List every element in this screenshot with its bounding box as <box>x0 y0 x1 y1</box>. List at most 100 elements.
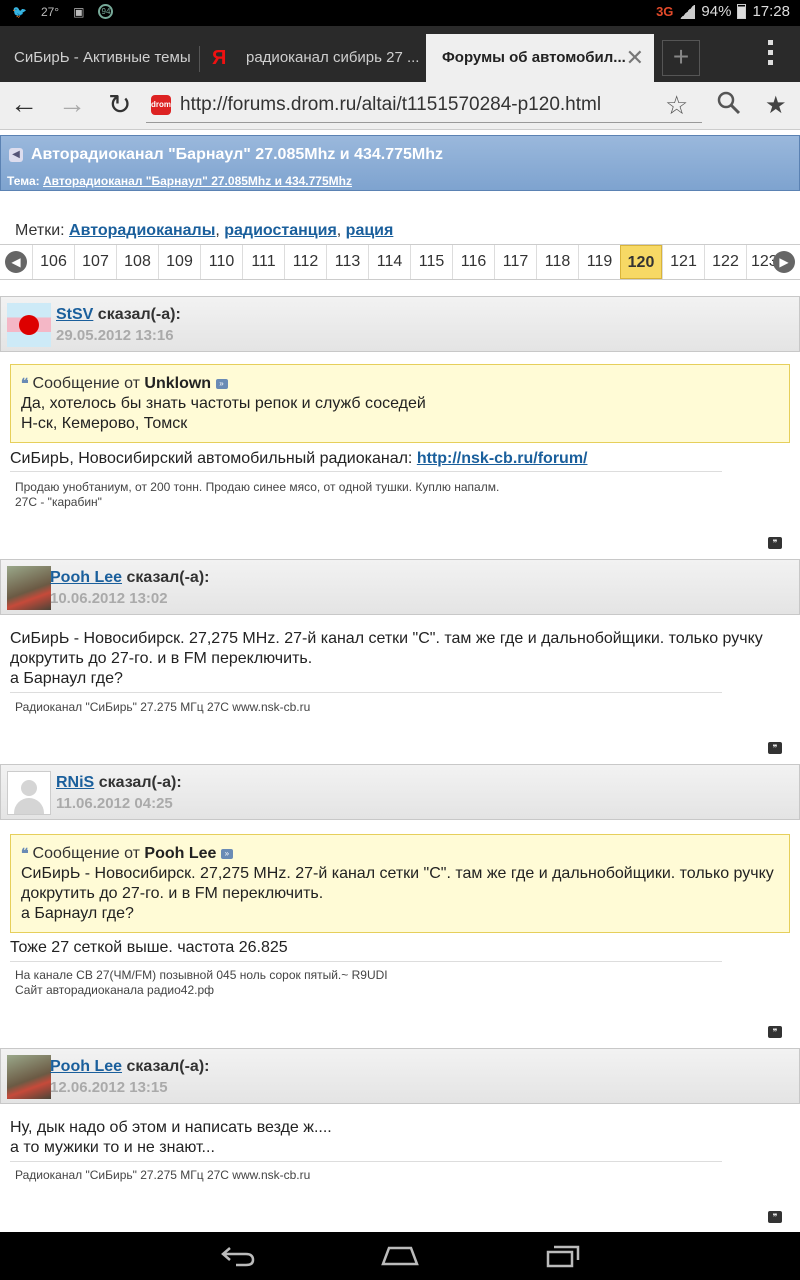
view-post-icon[interactable]: » <box>220 848 233 859</box>
bookmark-star-icon[interactable]: ☆ <box>665 90 688 121</box>
post-author[interactable]: Pooh Lee <box>50 1058 122 1075</box>
page-link[interactable]: 116 <box>452 245 494 279</box>
post-date: 11.06.2012 04:25 <box>56 795 173 812</box>
network-type: 3G <box>656 4 674 19</box>
quote-block: ❝ Сообщение от Pooh Lee » СиБирЬ - Новоси… <box>10 834 790 933</box>
post-author[interactable]: Pooh Lee <box>50 569 122 586</box>
page-link[interactable]: 115 <box>410 245 452 279</box>
back-nav-icon[interactable] <box>220 1244 256 1268</box>
new-tab-button[interactable]: + <box>662 40 700 76</box>
page-link[interactable]: 108 <box>116 245 158 279</box>
recent-apps-icon[interactable] <box>546 1244 580 1268</box>
tab-label: радиоканал сибирь 27 ... <box>246 49 420 66</box>
search-icon[interactable] <box>716 90 742 116</box>
quote-author: Pooh Lee <box>144 845 217 862</box>
tab-active-topics[interactable]: СиБирЬ - Активные темы <box>0 34 200 82</box>
page-link[interactable]: 119 <box>578 245 620 279</box>
avatar[interactable] <box>7 1055 51 1099</box>
tab-forums-current[interactable]: Форумы об автомобил... ✕ <box>426 34 654 82</box>
menu-icon[interactable] <box>768 40 774 70</box>
post-author[interactable]: StSV <box>56 306 93 323</box>
post-signature: Радиоканал "СиБирь" 27.275 МГц 27С www.n… <box>15 1168 311 1182</box>
post-message: СиБирЬ - Новосибирск. 27,275 MHz. 27-й к… <box>10 630 763 687</box>
tags: Метки: Авторадиоканалы, радиостанция, ра… <box>15 222 394 239</box>
quote-reply-icon[interactable]: ❞ <box>768 1026 782 1038</box>
view-post-icon[interactable]: » <box>215 378 228 389</box>
clock: 17:28 <box>752 3 790 20</box>
page-link[interactable]: 121 <box>662 245 704 279</box>
tab-label: СиБирЬ - Активные темы <box>14 49 191 66</box>
chevron-left-icon: ◀ <box>5 251 27 273</box>
tag-link[interactable]: рация <box>346 222 394 239</box>
page-link[interactable]: 106 <box>32 245 74 279</box>
quote-reply-icon[interactable]: ❞ <box>768 742 782 754</box>
post-header: Pooh Lee сказал(-а): 12.06.2012 13:15 <box>0 1048 800 1104</box>
tag-link[interactable]: Авторадиоканалы <box>69 222 215 239</box>
quote-reply-icon[interactable]: ❞ <box>768 1211 782 1223</box>
quote-block: ❝ Сообщение от Unklown » Да, хотелось бы … <box>10 364 790 443</box>
app-notification-icon: 94 <box>98 4 114 19</box>
page-link[interactable]: 118 <box>536 245 578 279</box>
page-link[interactable]: 122 <box>704 245 746 279</box>
page-link[interactable]: 112 <box>284 245 326 279</box>
thread-title: Авторадиоканал "Барнаул" 27.085Mhz и 434… <box>31 146 443 163</box>
quote-reply-icon[interactable]: ❞ <box>768 537 782 549</box>
reload-icon[interactable]: ↻ <box>108 88 131 121</box>
yandex-icon: Я <box>212 47 227 69</box>
prev-page-button[interactable]: ◀ <box>0 245 32 279</box>
quote-author: Unklown <box>144 375 212 392</box>
post-header: StSV сказал(-а): 29.05.2012 13:16 <box>0 296 800 352</box>
post-header: RNiS сказал(-а): 11.06.2012 04:25 <box>0 764 800 820</box>
signal-icon <box>679 4 696 19</box>
post-author[interactable]: RNiS <box>56 774 94 791</box>
notification-icon: ▣ <box>73 4 85 19</box>
collapse-icon[interactable]: ◀ <box>9 148 23 162</box>
address-bar: ← → ↻ drom http://forums.drom.ru/altai/t… <box>0 82 800 130</box>
battery-percent: 94% <box>701 3 732 20</box>
status-bar: 🐦 27° ▣ 94 3G 94% 17:28 <box>0 0 800 26</box>
close-tab-icon[interactable]: ✕ <box>626 34 644 82</box>
page-link[interactable]: 117 <box>494 245 536 279</box>
post-signature: Радиоканал "СиБирь" 27.275 МГц 27С www.n… <box>15 700 311 714</box>
avatar[interactable] <box>7 566 51 610</box>
battery-icon <box>737 4 747 19</box>
url-input[interactable]: http://forums.drom.ru/altai/t1151570284-… <box>180 94 601 116</box>
post-date: 12.06.2012 13:15 <box>50 1079 168 1096</box>
thread-topic: Тема: Авторадиоканал "Барнаул" 27.085Mhz… <box>7 174 352 188</box>
avatar[interactable] <box>7 771 51 815</box>
bookmarks-icon[interactable]: ★ <box>765 91 787 120</box>
chevron-right-icon: ▶ <box>773 251 795 273</box>
forum-link[interactable]: http://nsk-cb.ru/forum/ <box>417 450 588 467</box>
post-message: Ну, дык надо об этом и написать везде ж.… <box>10 1119 332 1156</box>
page-link[interactable]: 109 <box>158 245 200 279</box>
temperature-label: 27° <box>40 4 60 19</box>
page-link[interactable]: 123 <box>746 245 778 279</box>
tab-label: Форумы об автомобил... <box>442 49 626 66</box>
back-icon[interactable]: ← <box>10 88 38 120</box>
thread-topic-link[interactable]: Авторадиоканал "Барнаул" 27.085Mhz и 434… <box>43 174 352 188</box>
post-date: 29.05.2012 13:16 <box>56 327 174 344</box>
avatar[interactable] <box>7 303 51 347</box>
pagination: ◀ 106 107 108 109 110 111 112 113 114 11… <box>0 244 800 280</box>
page-link[interactable]: 114 <box>368 245 410 279</box>
page-link-current: 120 <box>620 245 662 279</box>
quote-icon: ❝ <box>21 845 29 861</box>
post-header: Pooh Lee сказал(-а): 10.06.2012 13:02 <box>0 559 800 615</box>
page-link[interactable]: 111 <box>242 245 284 279</box>
page-link[interactable]: 113 <box>326 245 368 279</box>
post-signature: Продаю унобтаниум, от 200 тонн. Продаю с… <box>15 480 500 509</box>
thread-header: ◀ Авторадиоканал "Барнаул" 27.085Mhz и 4… <box>0 135 800 191</box>
tab-yandex-search[interactable]: Я радиоканал сибирь 27 ... <box>200 34 424 82</box>
next-page-button[interactable]: ▶ <box>768 245 800 279</box>
post-date: 10.06.2012 13:02 <box>50 590 168 607</box>
system-navigation-bar <box>0 1232 800 1280</box>
tag-link[interactable]: радиостанция <box>224 222 337 239</box>
home-nav-icon[interactable] <box>381 1244 419 1266</box>
site-favicon: drom <box>151 95 171 115</box>
forward-icon[interactable]: → <box>58 88 86 120</box>
post-message: Тоже 27 сеткой выше. частота 26.825 <box>10 939 288 956</box>
browser-tab-bar: СиБирЬ - Активные темы Я радиоканал сиби… <box>0 26 800 82</box>
quote-icon: ❝ <box>21 375 29 391</box>
page-link[interactable]: 110 <box>200 245 242 279</box>
page-link[interactable]: 107 <box>74 245 116 279</box>
